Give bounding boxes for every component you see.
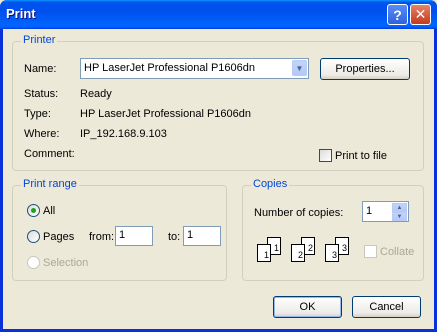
type-value: HP LaserJet Professional P1606dn	[80, 108, 252, 120]
cancel-button[interactable]: Cancel	[352, 296, 421, 318]
name-label: Name:	[24, 63, 57, 75]
collate-label[interactable]: Collate	[380, 246, 414, 258]
status-label: Status:	[24, 88, 59, 100]
collate-page: 1	[257, 244, 271, 262]
spin-up-icon[interactable]: ▲	[392, 203, 407, 212]
comment-label: Comment:	[24, 148, 75, 160]
selection-label[interactable]: Selection	[43, 257, 88, 269]
print-dialog: Print ? ✕ Printer Name: HP LaserJet Prof…	[0, 0, 437, 332]
type-label: Type:	[24, 108, 51, 120]
chevron-down-icon[interactable]: ▼	[292, 60, 307, 76]
help-button[interactable]: ?	[387, 4, 408, 25]
print-to-file-label[interactable]: Print to file	[335, 150, 387, 162]
where-label: Where:	[24, 128, 60, 140]
properties-button[interactable]: Properties...	[320, 58, 410, 80]
copies-spinner[interactable]: 1 ▲ ▼	[362, 201, 409, 222]
printer-group: Printer Name: HP LaserJet Professional P…	[12, 34, 424, 171]
all-label[interactable]: All	[43, 205, 55, 217]
to-input[interactable]: 1	[183, 226, 221, 246]
close-button[interactable]: ✕	[410, 4, 431, 25]
print-to-file-checkbox[interactable]	[319, 149, 332, 162]
printer-name-value: HP LaserJet Professional P1606dn	[84, 62, 256, 74]
from-input[interactable]: 1	[115, 226, 153, 246]
spin-down-icon[interactable]: ▼	[392, 212, 407, 221]
to-label: to:	[168, 231, 181, 243]
pages-label[interactable]: Pages	[43, 231, 74, 243]
collate-page: 2	[291, 244, 305, 262]
collate-page: 3	[325, 244, 339, 262]
copies-group: Copies Number of copies: 1 ▲ ▼ 1 1 2 2 3…	[242, 178, 424, 281]
where-value: IP_192.168.9.103	[80, 128, 167, 140]
copies-value: 1	[366, 205, 373, 217]
number-of-copies-label: Number of copies:	[254, 207, 344, 219]
status-value: Ready	[80, 88, 112, 100]
print-range-group: Print range All Pages from: 1 to: 1 Sele…	[12, 178, 227, 281]
radio-selected-dot	[31, 208, 36, 213]
all-radio[interactable]	[27, 204, 40, 217]
ok-button[interactable]: OK	[273, 296, 342, 318]
selection-radio[interactable]	[27, 256, 40, 269]
window-title: Print	[6, 6, 36, 21]
dialog-body: Printer Name: HP LaserJet Professional P…	[3, 29, 434, 329]
printer-legend: Printer	[21, 34, 58, 46]
title-bar[interactable]: Print ? ✕	[0, 0, 437, 29]
pages-radio[interactable]	[27, 230, 40, 243]
copies-legend: Copies	[251, 178, 290, 190]
from-label: from:	[89, 231, 115, 243]
collate-checkbox[interactable]	[364, 245, 377, 258]
print-range-legend: Print range	[21, 178, 79, 190]
printer-name-select[interactable]: HP LaserJet Professional P1606dn ▼	[80, 58, 309, 79]
